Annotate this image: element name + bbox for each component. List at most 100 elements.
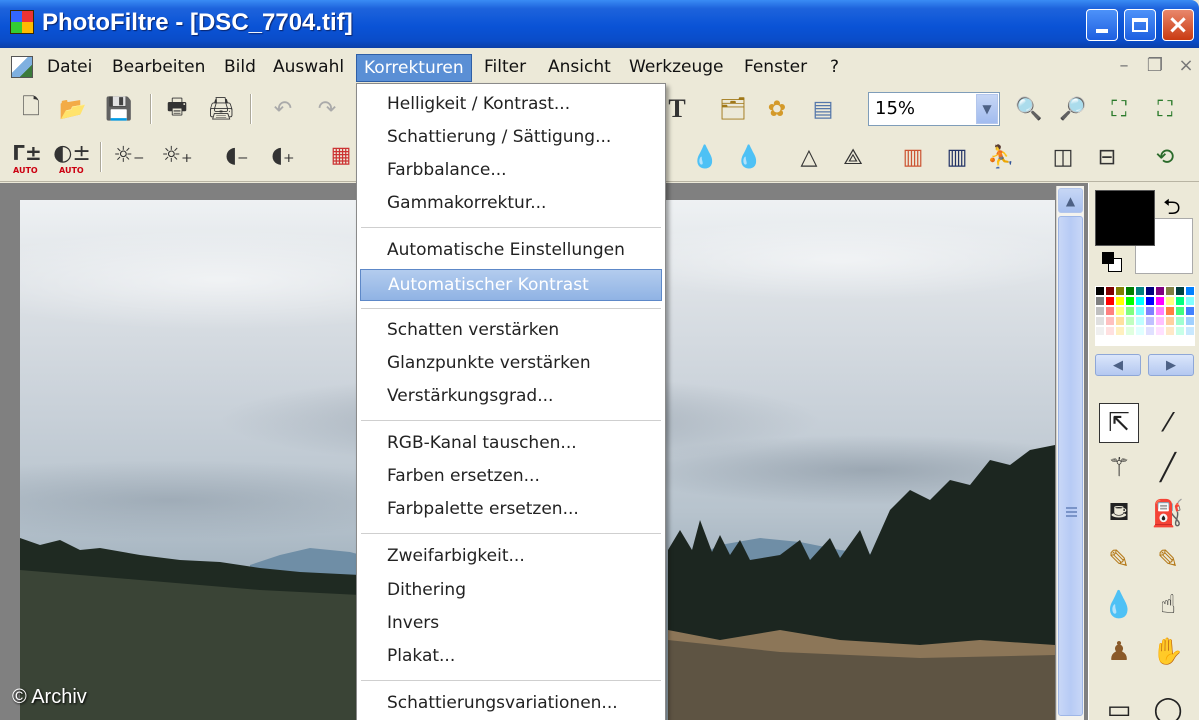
scanner-icon[interactable]: 🖨 [206,94,236,124]
foreground-color-swatch[interactable] [1095,190,1155,246]
menu-item-dithering[interactable]: Dithering [360,575,662,606]
rectangle-tool-icon[interactable]: ▭ [1099,690,1139,720]
menu-item-farben-ersetzen[interactable]: Farben ersetzen... [360,461,662,492]
menu-item-invers[interactable]: Invers [360,608,662,639]
brightness-minus-icon[interactable]: ☼₋ [113,140,144,170]
menu-item-schattierungsvariationen[interactable]: Schattierungsvariationen... [360,688,662,719]
close-button[interactable]: × [1162,9,1194,41]
flip-horizontal-icon[interactable]: ◫ [1048,142,1078,172]
transform-icon[interactable]: ⛹ [986,142,1016,172]
menu-korrekturen[interactable]: Korrekturen [356,54,472,82]
drop-dark-icon[interactable]: 💧 [734,142,764,172]
scrollbar-thumb[interactable] [1058,216,1083,716]
vertical-scrollbar[interactable]: ▲ [1056,186,1084,720]
open-folder-icon[interactable]: 📂 [58,94,88,124]
magic-wand-tool-icon[interactable]: ⚚ [1099,448,1139,488]
brightness-plus-icon[interactable]: ☼₊ [161,140,192,170]
document-icon[interactable] [11,56,33,78]
line-tool-icon[interactable]: ╱ [1148,448,1188,488]
menu-item-schattierung-saettigung[interactable]: Schattierung / Sättigung... [360,122,662,153]
menu-bearbeiten[interactable]: Bearbeiten [105,54,212,82]
color-balance-icon[interactable]: ▦ [326,140,356,170]
zoom-select[interactable]: 15% ▼ [868,92,1000,126]
menu-datei[interactable]: Datei [40,54,99,82]
grip-icon [1066,507,1077,519]
gradient-color-icon[interactable]: ▥ [898,142,928,172]
contrast-minus-icon[interactable]: ◖₋ [222,140,252,170]
menu-separator [361,420,661,421]
text-tool-icon[interactable]: T [662,94,692,124]
zoom-out-icon[interactable]: 🔎 [1058,94,1088,124]
menu-bild[interactable]: Bild [217,54,263,82]
menu-item-glanzpunkte-verstaerken[interactable]: Glanzpunkte verstärken [360,348,662,379]
menu-item-automatische-einstellungen[interactable]: Automatische Einstellungen [360,235,662,266]
chevron-left-icon: ◀ [1113,357,1123,373]
sharpen-icon[interactable]: △ [794,142,824,172]
mdi-minimize-button[interactable]: – [1112,54,1136,78]
blur-tool-icon[interactable]: 💧 [1099,585,1139,625]
menu-item-schatten-verstaerken[interactable]: Schatten verstärken [360,315,662,346]
minimize-button[interactable] [1086,9,1118,41]
eyedropper-tool-icon[interactable]: ⁄ [1148,403,1188,443]
gradient-dark-icon[interactable]: ▥ [942,142,972,172]
hand-tool-icon[interactable]: ✋ [1148,632,1188,672]
zoom-value: 15% [875,98,916,119]
palette-next-button[interactable]: ▶ [1148,354,1194,376]
menu-filter[interactable]: Filter [477,54,533,82]
fit-image-icon[interactable]: ⛶ [1104,94,1134,124]
mdi-restore-button[interactable]: ❐ [1143,54,1167,78]
window-icon[interactable]: ▤ [808,94,838,124]
swap-colors-icon[interactable]: ⮌ [1163,190,1181,228]
save-icon[interactable]: 💾 [104,94,134,124]
drop-light-icon[interactable]: 💧 [690,142,720,172]
redo-icon[interactable]: ↷ [312,94,342,124]
selection-tool-icon[interactable]: ⇱ [1099,403,1139,443]
ellipse-tool-icon[interactable]: ◯ [1148,690,1188,720]
auto-gamma-icon[interactable]: Γ± [12,138,42,168]
menu-item-farbpalette-ersetzen[interactable]: Farbpalette ersetzen... [360,494,662,525]
stamp-tool-icon[interactable]: ♟ [1099,632,1139,672]
spray-tool-icon[interactable]: ⛽ [1148,494,1188,534]
smudge-tool-icon[interactable]: ☝ [1148,585,1188,625]
menu-ansicht[interactable]: Ansicht [541,54,618,82]
menu-help[interactable]: ? [823,54,846,82]
menu-item-farbbalance[interactable]: Farbbalance... [360,155,662,186]
color-palette[interactable] [1095,286,1195,348]
explorer-icon[interactable]: 🗂 [718,94,748,124]
menu-werkzeuge[interactable]: Werkzeuge [622,54,731,82]
menu-item-verstaerkungsgrad[interactable]: Verstärkungsgrad... [360,381,662,412]
mdi-close-button[interactable]: × [1174,54,1198,78]
menu-separator [361,680,661,681]
photofiltre-app-icon[interactable] [10,10,34,34]
auto-contrast-icon[interactable]: ◐± [53,138,91,168]
menu-item-rgb-kanal-tauschen[interactable]: RGB-Kanal tauschen... [360,428,662,459]
scroll-up-icon[interactable]: ▲ [1058,188,1083,213]
palette-prev-button[interactable]: ◀ [1095,354,1141,376]
menu-item-helligkeit-kontrast[interactable]: Helligkeit / Kontrast... [360,89,662,120]
plugin-icon[interactable]: ✿ [762,94,792,124]
title-bar[interactable]: PhotoFiltre - [DSC_7704.tif] × [0,0,1199,48]
new-file-icon[interactable]: 🗋 [16,94,46,124]
chevron-down-icon[interactable]: ▼ [976,94,998,124]
menu-item-plakat[interactable]: Plakat... [360,641,662,672]
flip-vertical-icon[interactable]: ⊟ [1092,142,1122,172]
print-icon[interactable]: 🖶 [162,94,192,124]
reset-colors-icon[interactable] [1102,252,1122,272]
maximize-button[interactable] [1124,9,1156,41]
advanced-brush-tool-icon[interactable]: ✎ [1148,540,1188,580]
menu-item-zweifarbigkeit[interactable]: Zweifarbigkeit... [360,541,662,572]
menu-auswahl[interactable]: Auswahl [266,54,351,82]
menu-item-automatischer-kontrast[interactable]: Automatischer Kontrast [360,269,662,301]
sharpen-more-icon[interactable]: ⟁ [838,142,868,172]
menu-item-gammakorrektur[interactable]: Gammakorrektur... [360,188,662,219]
menu-fenster[interactable]: Fenster [737,54,814,82]
korrekturen-dropdown-menu: Helligkeit / Kontrast... Schattierung / … [356,83,666,720]
rotate-icon[interactable]: ⟲ [1150,142,1180,172]
toolbar-separator [150,94,152,124]
brush-tool-icon[interactable]: ✎ [1099,540,1139,580]
contrast-plus-icon[interactable]: ◖₊ [268,140,298,170]
undo-icon[interactable]: ↶ [268,94,298,124]
actual-size-icon[interactable]: ⛶ [1150,94,1180,124]
fill-tool-icon[interactable]: ⛾ [1099,494,1139,534]
zoom-in-icon[interactable]: 🔍 [1014,94,1044,124]
